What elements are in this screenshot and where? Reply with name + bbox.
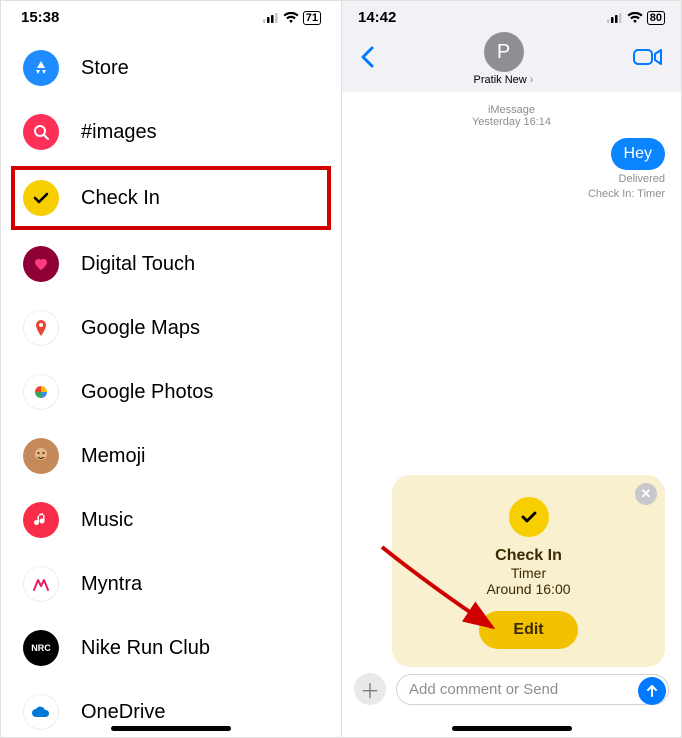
nike-icon: NRC bbox=[23, 630, 59, 666]
close-card-button[interactable]: ✕ bbox=[635, 483, 657, 505]
app-row-store[interactable]: Store bbox=[1, 36, 341, 100]
status-time: 14:42 bbox=[358, 9, 396, 26]
app-label: Myntra bbox=[81, 573, 142, 596]
app-label: #images bbox=[81, 121, 157, 144]
phone-left: 15:38 71 Store bbox=[0, 0, 341, 738]
checkin-card-line1: Timer bbox=[406, 565, 651, 581]
timestamp-label: Yesterday 16:14 bbox=[358, 116, 665, 128]
app-label: OneDrive bbox=[81, 701, 165, 724]
app-label: Memoji bbox=[81, 445, 145, 468]
battery-indicator: 71 bbox=[303, 11, 321, 25]
home-indicator bbox=[452, 726, 572, 731]
status-right: 80 bbox=[607, 11, 665, 25]
status-time: 15:38 bbox=[21, 9, 59, 26]
appstore-icon bbox=[23, 50, 59, 86]
wifi-icon bbox=[283, 12, 299, 24]
app-row-music[interactable]: Music bbox=[1, 488, 341, 552]
message-thread: iMessage Yesterday 16:14 Hey Delivered C… bbox=[342, 92, 681, 212]
phone-right: 14:42 80 P Pratik New › bbox=[341, 0, 682, 738]
app-label: Music bbox=[81, 509, 133, 532]
search-images-icon bbox=[23, 114, 59, 150]
app-row-nike[interactable]: NRC Nike Run Club bbox=[1, 616, 341, 680]
app-label: Google Maps bbox=[81, 317, 200, 340]
compose-placeholder: Add comment or Send bbox=[409, 681, 558, 698]
app-label: Google Photos bbox=[81, 381, 213, 404]
wifi-icon bbox=[627, 12, 643, 24]
google-maps-icon bbox=[23, 310, 59, 346]
back-button[interactable] bbox=[352, 43, 382, 75]
app-drawer-list: Store #images Check In Digital Touch bbox=[1, 30, 341, 738]
add-attachment-button[interactable]: ＋ bbox=[354, 673, 386, 705]
signal-icon bbox=[607, 12, 623, 23]
send-button[interactable] bbox=[638, 677, 666, 705]
contact-name: Pratik New › bbox=[382, 74, 625, 86]
app-row-checkin[interactable]: Check In bbox=[11, 166, 331, 230]
checkin-sublabel: Check In: Timer bbox=[358, 188, 665, 200]
outgoing-message[interactable]: Hey bbox=[611, 138, 665, 170]
status-right: 71 bbox=[263, 11, 321, 25]
delivery-status: Delivered bbox=[358, 173, 665, 185]
compose-bar: ＋ Add comment or Send bbox=[342, 667, 681, 711]
edit-button[interactable]: Edit bbox=[479, 611, 577, 649]
checkin-card-line2: Around 16:00 bbox=[406, 581, 651, 597]
app-label: Digital Touch bbox=[81, 253, 195, 276]
status-bar: 15:38 71 bbox=[1, 1, 341, 30]
contact-avatar: P bbox=[484, 32, 524, 72]
checkin-card-wrap: ✕ Check In Timer Around 16:00 Edit bbox=[392, 475, 665, 667]
service-label: iMessage bbox=[358, 104, 665, 116]
video-call-button[interactable] bbox=[625, 47, 671, 72]
digital-touch-icon bbox=[23, 246, 59, 282]
checkin-icon bbox=[23, 180, 59, 216]
app-label: Store bbox=[81, 57, 129, 80]
checkin-card: ✕ Check In Timer Around 16:00 Edit bbox=[392, 475, 665, 667]
app-row-images[interactable]: #images bbox=[1, 100, 341, 164]
checkin-card-title: Check In bbox=[406, 547, 651, 565]
onedrive-icon bbox=[23, 694, 59, 730]
music-icon bbox=[23, 502, 59, 538]
app-row-memoji[interactable]: Memoji bbox=[1, 424, 341, 488]
compose-input[interactable]: Add comment or Send bbox=[396, 674, 669, 705]
messages-header: 14:42 80 P Pratik New › bbox=[342, 1, 681, 92]
app-label: Nike Run Club bbox=[81, 637, 210, 660]
signal-icon bbox=[263, 12, 279, 23]
home-indicator bbox=[111, 726, 231, 731]
app-row-googlephotos[interactable]: Google Photos bbox=[1, 360, 341, 424]
app-row-digitaltouch[interactable]: Digital Touch bbox=[1, 232, 341, 296]
app-row-googlemaps[interactable]: Google Maps bbox=[1, 296, 341, 360]
checkin-card-icon bbox=[509, 497, 549, 537]
contact-header[interactable]: P Pratik New › bbox=[382, 32, 625, 86]
battery-indicator: 80 bbox=[647, 11, 665, 25]
status-bar: 14:42 80 bbox=[352, 7, 671, 32]
app-label: Check In bbox=[81, 187, 160, 210]
google-photos-icon bbox=[23, 374, 59, 410]
myntra-icon bbox=[23, 566, 59, 602]
app-row-myntra[interactable]: Myntra bbox=[1, 552, 341, 616]
memoji-icon bbox=[23, 438, 59, 474]
